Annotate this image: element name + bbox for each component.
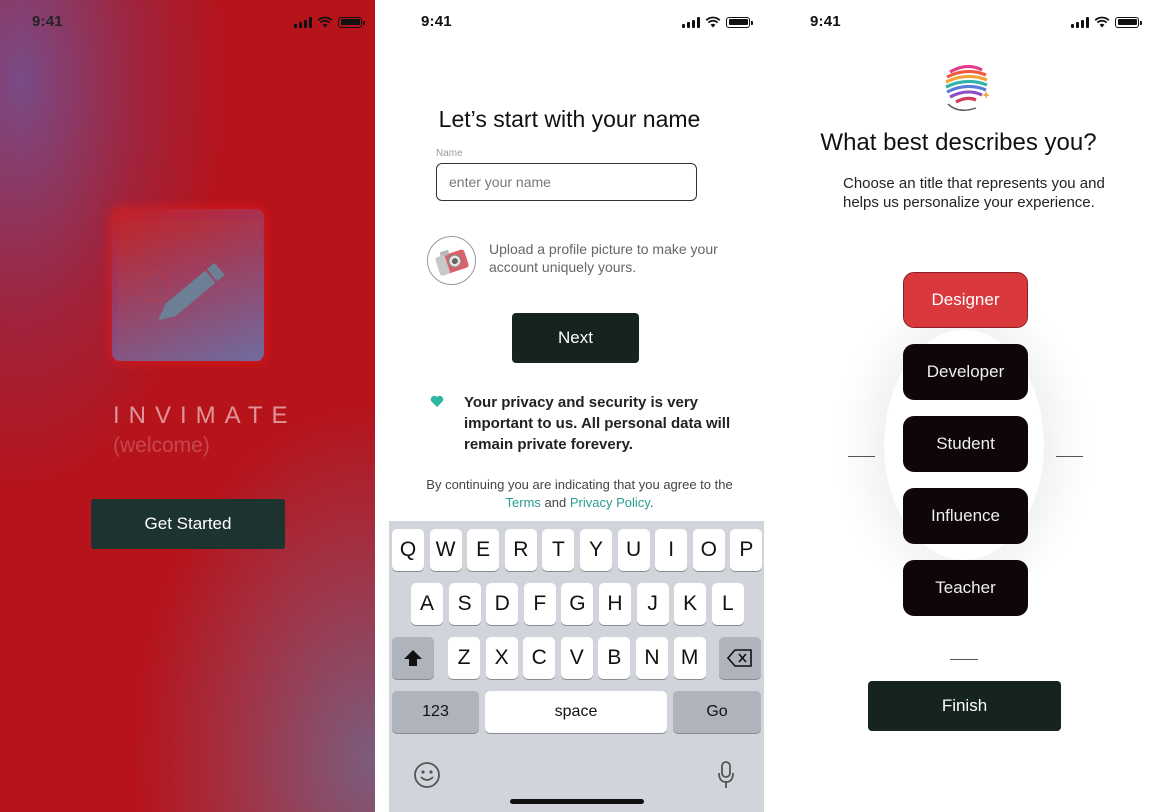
legal-suffix: .	[649, 495, 654, 510]
key-f[interactable]: F	[523, 583, 556, 625]
key-z[interactable]: Z	[448, 637, 480, 679]
privacy-statement: Your privacy and security is very import…	[464, 394, 731, 453]
camera-icon	[435, 249, 469, 276]
key-o[interactable]: O	[692, 529, 725, 571]
tagline: (welcome)	[113, 434, 210, 457]
next-button[interactable]: Next	[512, 313, 639, 363]
divider-right	[1056, 456, 1083, 457]
shift-arrow-icon	[404, 650, 422, 666]
upload-avatar-button[interactable]	[427, 236, 476, 285]
page-description: Choose an title that represents you and …	[843, 175, 1105, 211]
cellular-signal-icon	[294, 16, 312, 28]
battery-icon	[1115, 16, 1142, 28]
battery-icon	[338, 16, 365, 28]
app-logo	[112, 209, 264, 361]
cellular-signal-icon	[682, 16, 700, 28]
key-k[interactable]: K	[674, 583, 707, 625]
status-bar: 9:41	[375, 0, 764, 44]
key-c[interactable]: C	[523, 637, 556, 679]
key-i[interactable]: I	[655, 529, 688, 571]
backspace-icon	[727, 649, 752, 667]
legal-notice: By continuing you are indicating that yo…	[415, 476, 744, 512]
key-s[interactable]: S	[448, 583, 481, 625]
page-title: What best describes you?	[820, 129, 1097, 156]
go-key[interactable]: Go	[673, 691, 761, 733]
key-y[interactable]: Y	[580, 529, 612, 571]
key-p[interactable]: P	[730, 529, 763, 571]
page-title: Let’s start with your name	[438, 106, 701, 132]
key-a[interactable]: A	[411, 583, 443, 625]
get-started-button[interactable]: Get Started	[91, 499, 285, 549]
status-bar: 9:41	[764, 0, 1153, 44]
role-student-button[interactable]: Student	[903, 416, 1028, 472]
delete-key[interactable]	[719, 637, 761, 679]
status-icons	[294, 16, 365, 28]
key-v[interactable]: V	[560, 637, 593, 679]
key-q[interactable]: Q	[392, 529, 424, 571]
divider-bottom	[950, 659, 978, 660]
finish-button[interactable]: Finish	[868, 681, 1061, 731]
legal-prefix: By continuing you are indicating that yo…	[426, 477, 733, 492]
home-indicator	[510, 799, 644, 804]
status-time: 9:41	[421, 13, 452, 30]
key-h[interactable]: H	[599, 583, 631, 625]
role-screen: 9:41 What best describes you? Choose an …	[764, 0, 1153, 812]
wifi-icon	[317, 16, 333, 28]
name-input[interactable]	[436, 163, 697, 201]
terms-link[interactable]: Terms	[506, 495, 541, 510]
divider-left	[848, 456, 875, 457]
key-l[interactable]: L	[711, 583, 744, 625]
upload-picture-text: Upload a profile picture to make your ac…	[489, 241, 718, 275]
emoji-icon[interactable]	[413, 761, 441, 789]
key-e[interactable]: E	[467, 529, 500, 571]
status-time: 9:41	[810, 13, 841, 30]
key-t[interactable]: T	[542, 529, 575, 571]
key-x[interactable]: X	[485, 637, 518, 679]
heart-icon	[430, 395, 444, 407]
role-developer-button[interactable]: Developer	[903, 344, 1028, 400]
key-w[interactable]: W	[429, 529, 462, 571]
privacy-policy-link[interactable]: Privacy Policy	[570, 495, 650, 510]
name-screen: 9:41 Let’s start with your name Name Upl…	[375, 0, 764, 812]
globe-logo-icon	[945, 64, 990, 111]
welcome-screen: 9:41 INVIMATE (welcome) Get Started	[0, 0, 375, 812]
role-influence-button[interactable]: Influence	[903, 488, 1028, 544]
key-u[interactable]: U	[617, 529, 650, 571]
pencil-icon	[138, 263, 224, 321]
key-d[interactable]: D	[486, 583, 519, 625]
role-teacher-button[interactable]: Teacher	[903, 560, 1028, 616]
key-j[interactable]: J	[636, 583, 669, 625]
key-g[interactable]: G	[561, 583, 594, 625]
key-b[interactable]: B	[598, 637, 631, 679]
battery-icon	[726, 16, 753, 28]
cellular-signal-icon	[1071, 16, 1089, 28]
status-time: 9:41	[32, 13, 63, 30]
wifi-icon	[1094, 16, 1110, 28]
legal-and: and	[544, 495, 567, 510]
key-n[interactable]: N	[636, 637, 668, 679]
space-key[interactable]: space	[485, 691, 667, 733]
role-designer-button[interactable]: Designer	[903, 272, 1028, 328]
name-field-label: Name	[436, 148, 463, 159]
on-screen-keyboard: 123 space Go QWERTYUIOP ASDFGHJKL ZXCVBNM	[389, 521, 764, 812]
key-r[interactable]: R	[504, 529, 537, 571]
microphone-icon[interactable]	[717, 761, 735, 789]
brand-name: INVIMATE	[113, 402, 297, 429]
status-icons	[1071, 16, 1142, 28]
numbers-key[interactable]: 123	[392, 691, 479, 733]
key-m[interactable]: M	[673, 637, 706, 679]
wifi-icon	[705, 16, 721, 28]
status-icons	[682, 16, 753, 28]
shift-key[interactable]	[392, 637, 434, 679]
status-bar: 9:41	[0, 0, 375, 44]
